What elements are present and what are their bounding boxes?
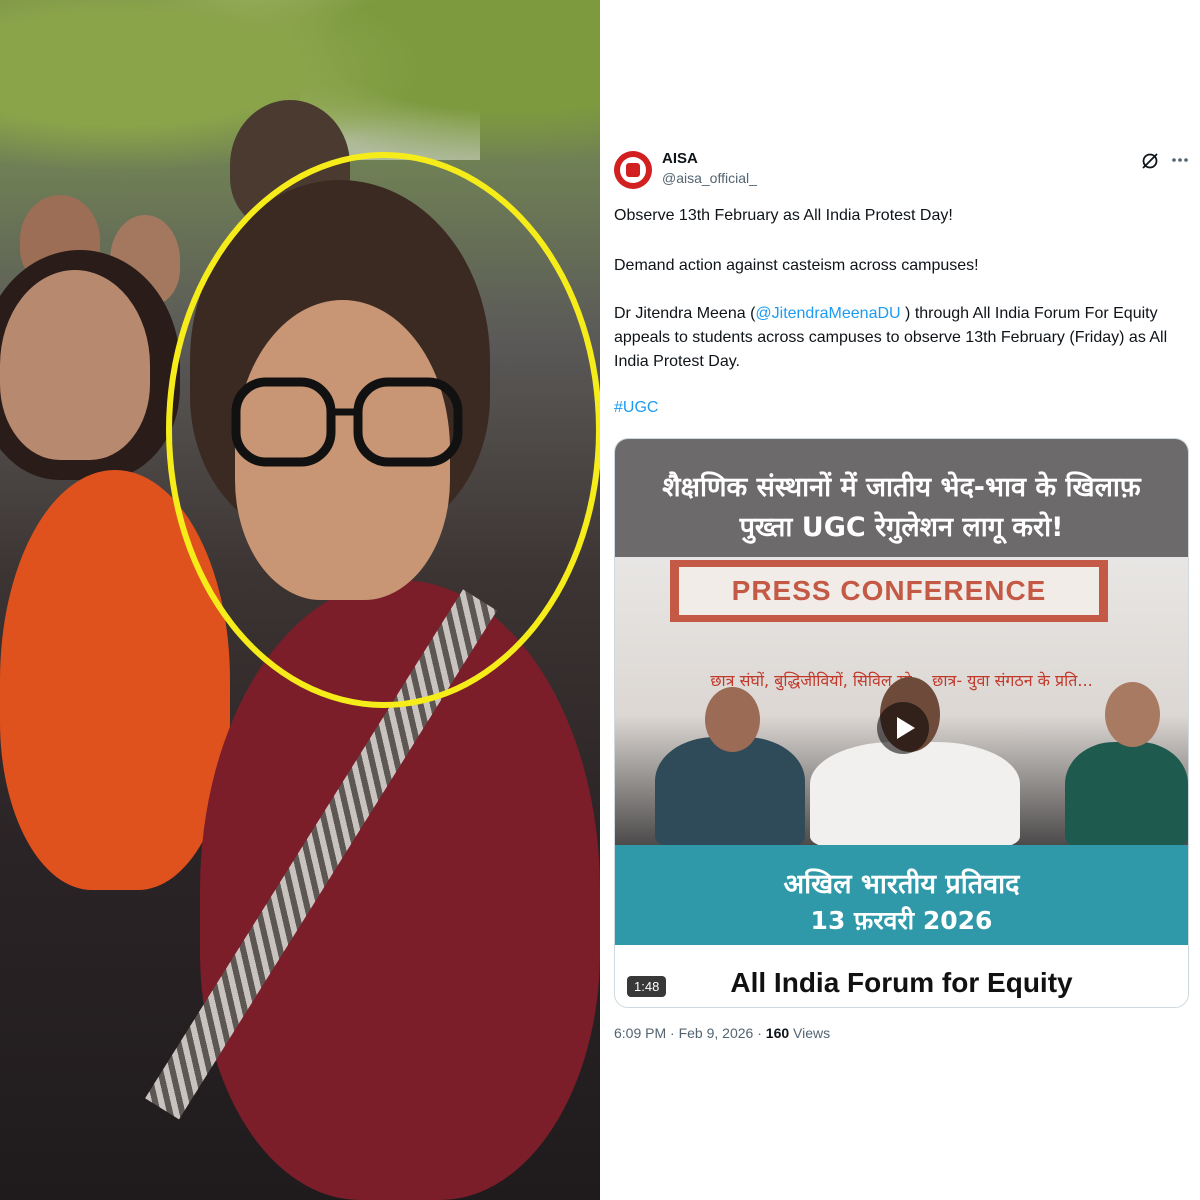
speaker-right bbox=[1065, 742, 1188, 845]
speaker-left bbox=[655, 737, 805, 845]
display-name[interactable]: AISA bbox=[662, 150, 698, 167]
forum-title: All India Forum for Equity bbox=[730, 967, 1073, 998]
speaker-right-head bbox=[1105, 682, 1160, 747]
mention-link[interactable]: @JitendraMeenaDU bbox=[755, 305, 900, 322]
tweet-meta: 6:09 PM · Feb 9, 2026 · 160 Views bbox=[614, 1025, 830, 1041]
headline-line1: शैक्षणिक संस्थानों में जातीय भेद-भाव के … bbox=[662, 472, 1141, 503]
protest-line2: 13 फ़रवरी 2026 bbox=[810, 906, 993, 935]
meta-separator: · bbox=[753, 1025, 766, 1041]
meta-separator: · bbox=[666, 1025, 679, 1041]
video-media[interactable]: शैक्षणिक संस्थानों में जातीय भेद-भाव के … bbox=[614, 438, 1189, 1008]
press-banner-text: PRESS CONFERENCE bbox=[679, 567, 1099, 615]
headline-line2: पुख्ता UGC रेगुलेशन लागू करो! bbox=[739, 512, 1064, 543]
protest-line1: अखिल भारतीय प्रतिवाद bbox=[783, 869, 1020, 900]
hashtag-link[interactable]: #UGC bbox=[614, 399, 658, 417]
grok-icon[interactable] bbox=[1140, 151, 1160, 171]
views-count: 160 bbox=[765, 1025, 790, 1041]
left-woman-face bbox=[0, 270, 150, 460]
tweet-time[interactable]: 6:09 PM bbox=[614, 1025, 666, 1041]
highlight-circle bbox=[166, 152, 600, 708]
video-duration: 1:48 bbox=[627, 976, 667, 997]
tweet-text-line2: Demand action against casteism across ca… bbox=[614, 257, 979, 274]
protest-photo bbox=[0, 0, 600, 1200]
tweet-text: Dr Jitendra Meena ( bbox=[614, 305, 756, 322]
tweet-date[interactable]: Feb 9, 2026 bbox=[679, 1025, 754, 1041]
speaker-left-head bbox=[705, 687, 760, 752]
tweet-text-paragraph: Dr Jitendra Meena (@JitendraMeenaDU ) th… bbox=[614, 302, 1174, 374]
aisa-logo-icon[interactable] bbox=[614, 151, 652, 189]
tweet-text-line1: Observe 13th February as All India Prote… bbox=[614, 207, 953, 224]
views-label: Views bbox=[793, 1025, 831, 1041]
user-handle[interactable]: @aisa_official_ bbox=[662, 170, 757, 186]
speaker-center bbox=[810, 742, 1020, 845]
press-scene: PRESS CONFERENCE छात्र संघों, बुद्धिजीवि… bbox=[615, 557, 1188, 845]
play-icon[interactable] bbox=[877, 702, 929, 754]
press-banner: PRESS CONFERENCE bbox=[670, 560, 1108, 622]
more-options-icon[interactable] bbox=[1170, 150, 1190, 170]
